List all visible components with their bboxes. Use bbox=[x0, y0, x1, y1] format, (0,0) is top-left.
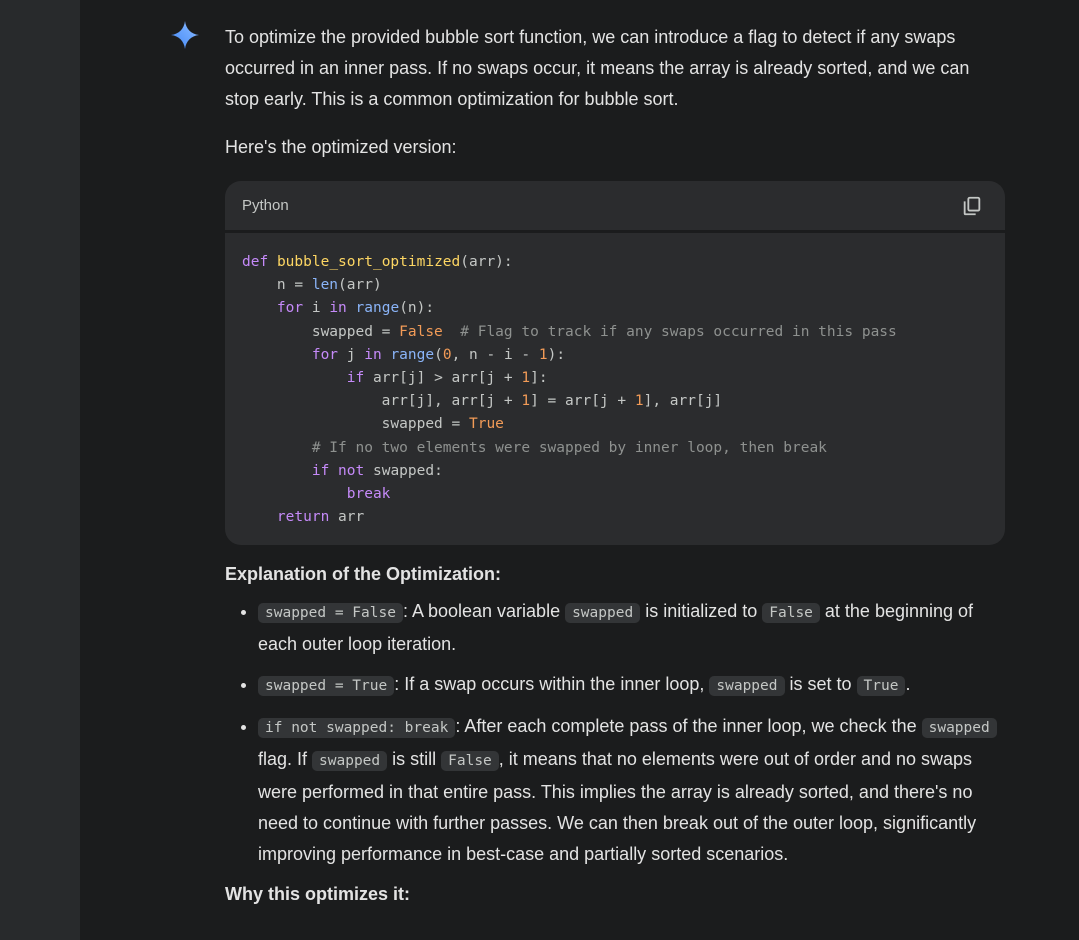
code-line: for j in range(0, n - i - 1): bbox=[311, 346, 566, 363]
explanation-list: swapped = False: A boolean variable swap… bbox=[225, 596, 1005, 870]
inline-code: swapped bbox=[312, 751, 388, 772]
why-heading: Why this optimizes it: bbox=[225, 884, 411, 905]
inline-code: False bbox=[762, 603, 820, 624]
list-item-text: is still bbox=[387, 749, 442, 770]
list-item-text: : If a swap occurs within the inner loop… bbox=[394, 674, 710, 695]
code-line: # If no two elements were swapped by inn… bbox=[311, 439, 827, 456]
list-item: swapped = False: A boolean variable swap… bbox=[258, 596, 1005, 660]
inline-code: swapped bbox=[565, 603, 641, 624]
copy-icon[interactable] bbox=[961, 195, 983, 217]
gemini-spark-icon bbox=[171, 21, 199, 49]
inline-code: if not swapped: break bbox=[258, 718, 456, 739]
list-item: swapped = True: If a swap occurs within … bbox=[258, 669, 1005, 702]
code-language-label: Python bbox=[242, 197, 289, 214]
explanation-heading: Explanation of the Optimization: bbox=[225, 564, 501, 585]
list-item-text: is set to bbox=[784, 674, 857, 695]
inline-code: swapped = False bbox=[258, 603, 403, 624]
code-content: def bubble_sort_optimized(arr): n = len(… bbox=[225, 233, 1005, 546]
inline-code: False bbox=[441, 751, 499, 772]
list-item-text: : After each complete pass of the inner … bbox=[455, 716, 922, 737]
inline-code: swapped = True bbox=[258, 676, 395, 697]
code-line: n = len(arr) bbox=[242, 277, 382, 294]
lead-paragraph: Here's the optimized version: bbox=[225, 137, 457, 157]
code-line: swapped = False # Flag to track if any s… bbox=[242, 323, 897, 340]
code-line: if arr[j] > arr[j + 1]: bbox=[346, 370, 548, 387]
code-line: if not swapped: bbox=[311, 462, 443, 479]
inline-code: True bbox=[856, 676, 906, 697]
code-line: arr[j], arr[j + 1] = arr[j + 1], arr[j] bbox=[242, 393, 723, 410]
list-item-text: . bbox=[905, 674, 911, 695]
code-line: def bubble_sort_optimized(arr): bbox=[242, 254, 513, 270]
code-line: swapped = True bbox=[242, 416, 504, 433]
list-item-text: is initialized to bbox=[640, 601, 763, 622]
code-line: return arr bbox=[276, 509, 365, 526]
response-content: To optimize the provided bubble sort fun… bbox=[225, 22, 1005, 910]
intro-paragraph: To optimize the provided bubble sort fun… bbox=[225, 27, 970, 109]
list-item-text: flag. If bbox=[258, 749, 313, 770]
list-item-text: : A boolean variable bbox=[402, 601, 566, 622]
inline-code: swapped bbox=[921, 718, 997, 739]
code-line: break bbox=[346, 486, 391, 503]
code-line: for i in range(n): bbox=[276, 300, 435, 317]
sidebar bbox=[0, 0, 80, 940]
list-item: if not swapped: break: After each comple… bbox=[258, 711, 1005, 870]
inline-code: swapped bbox=[709, 676, 785, 697]
code-block-header: Python bbox=[225, 181, 1005, 233]
code-block: Python def bubble_sort_optimized(arr): n… bbox=[225, 181, 1005, 546]
